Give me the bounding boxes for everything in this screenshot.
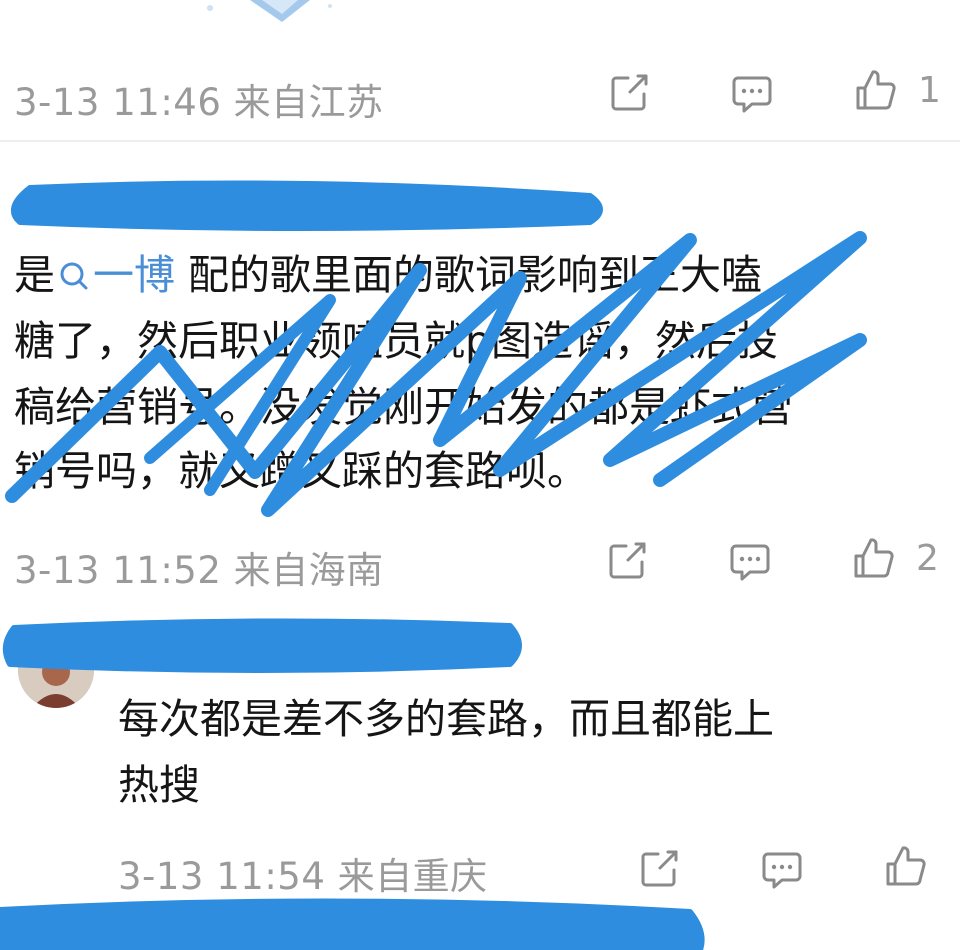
share-icon[interactable] xyxy=(638,846,682,890)
comment-3-line-1: 每次都是差不多的套路，而且都能上 xyxy=(118,695,774,743)
comment-2-footer: 3-13 11:52 来自海南 2 xyxy=(0,530,960,592)
comment-1-footer: 3-13 11:46 来自江苏 1 xyxy=(0,62,960,124)
thumbs-up-icon[interactable] xyxy=(852,536,896,580)
share-icon[interactable] xyxy=(608,70,652,114)
like-count: 1 xyxy=(918,70,941,111)
comment-meta: 3-13 11:54 来自重庆 xyxy=(118,855,488,898)
thumbs-up-icon[interactable] xyxy=(854,68,898,112)
comment-2-line-4: 销号吗，就又蹭又踩的套路呗。 xyxy=(14,447,588,495)
search-icon xyxy=(60,262,88,290)
comment-icon[interactable] xyxy=(730,72,774,116)
comment-meta: 3-13 11:46 来自江苏 xyxy=(14,81,384,124)
avatar-image xyxy=(18,632,94,708)
comment-2-line-3: 稿给营销号。没发觉刚开始发的都是虾式营 xyxy=(14,383,793,431)
redaction-mark xyxy=(0,898,705,950)
thumbs-up-icon[interactable] xyxy=(884,844,928,888)
comment-3-line-2: 热搜 xyxy=(118,761,200,809)
avatar[interactable] xyxy=(18,632,94,708)
topic-tag-label: 一博 xyxy=(93,251,175,299)
like-count: 2 xyxy=(916,538,939,579)
comment-meta: 3-13 11:52 来自海南 xyxy=(14,549,384,592)
comment-text-prefix: 是 xyxy=(14,251,55,299)
top-partial-image xyxy=(207,0,332,22)
comment-3-footer: 3-13 11:54 来自重庆 xyxy=(0,836,960,898)
comment-2-line-2: 糖了，然后职业领嗑员就p图造谣，然后投 xyxy=(14,317,779,365)
redaction-mark xyxy=(10,180,603,231)
comment-text: 配的歌里面的歌词影响到王大嗑 xyxy=(188,251,763,299)
comment-icon[interactable] xyxy=(728,540,772,584)
comment-2-line-1: 是一博 配的歌里面的歌词影响到王大嗑 xyxy=(14,244,762,306)
share-icon[interactable] xyxy=(606,538,650,582)
comment-icon[interactable] xyxy=(760,848,804,892)
topic-tag[interactable]: 一博 xyxy=(55,251,175,299)
divider xyxy=(0,140,960,142)
